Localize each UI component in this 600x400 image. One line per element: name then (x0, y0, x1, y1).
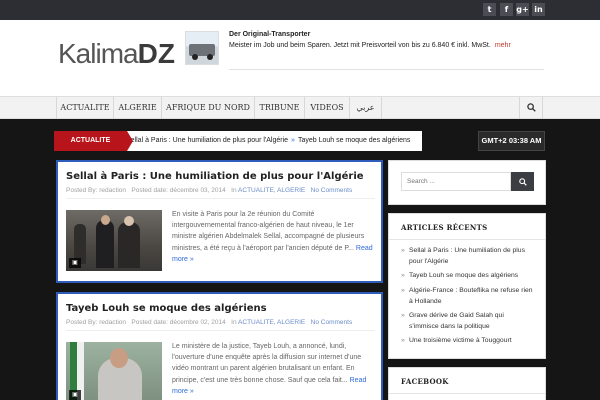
ticker-item[interactable]: Tayeb Louh se moque des algériens (298, 137, 410, 144)
post-excerpt: Le ministère de la justice, Tayeb Louh, … (172, 343, 367, 395)
ad-text: Meister im Job und beim Sparen. Jetzt mi… (229, 42, 511, 49)
post-categories[interactable]: ACTUALITE, ALGERIE (238, 319, 305, 326)
wheel-shape (192, 54, 198, 60)
nav-item-actualite[interactable]: ACTUALITE (56, 97, 114, 119)
ad-divider (229, 69, 544, 70)
main-nav: ACTUALITE ALGERIE AFRIQUE DU NORD TRIBUN… (0, 96, 600, 119)
recent-article-link[interactable]: » Une troisième victime à Touggourt (401, 336, 535, 347)
bullet-icon: » (401, 312, 405, 319)
recent-article-link[interactable]: » Sellal à Paris : Une humiliation de plu… (401, 246, 535, 267)
camera-icon: ▣ (69, 258, 81, 268)
face-shape (101, 215, 110, 225)
post-excerpt: En visite à Paris pour la 2e réunion du … (172, 211, 373, 263)
ad-image[interactable] (185, 31, 219, 65)
face-shape (124, 216, 134, 226)
post-divider (66, 330, 375, 331)
widget-divider (389, 239, 545, 240)
sidebar-search-button[interactable] (511, 172, 534, 191)
news-ticker: Sellal à Paris : Une humiliation de plus… (54, 131, 422, 151)
top-bar: t f g+ in (0, 0, 600, 20)
ticker-arrow (127, 131, 133, 151)
figure-shape (96, 220, 114, 268)
recent-article-link[interactable]: » Grave dérive de Gaid Salah qui s'immisc… (401, 311, 535, 332)
post-comments[interactable]: No Comments (311, 187, 353, 194)
post-comments[interactable]: No Comments (311, 319, 353, 326)
clock-badge: GMT+2 03:38 AM (478, 131, 545, 151)
figure-shape (118, 222, 140, 268)
ticker-separator: » (291, 137, 295, 144)
ticker-text: Sellal à Paris : Une humiliation de plus… (126, 131, 410, 151)
post-thumbnail[interactable]: ▣ (66, 342, 162, 400)
bullet-icon: » (401, 287, 405, 294)
logo-light-text: Kalima (58, 38, 139, 69)
facebook-widget: FACEBOOK (388, 367, 546, 400)
nav-item-algerie[interactable]: ALGERIE (114, 97, 162, 119)
bullet-icon: » (401, 247, 405, 254)
facebook-icon[interactable]: f (500, 3, 513, 16)
post-date: décembre 02, 2014 (169, 319, 226, 326)
post-divider (66, 198, 375, 199)
camera-icon: ▣ (69, 390, 81, 400)
recent-article-link[interactable]: » Tayeb Louh se moque des algériens (401, 271, 535, 282)
post-title[interactable]: Tayeb Louh se moque des algériens (66, 303, 267, 314)
search-icon (526, 103, 536, 112)
ticker-item[interactable]: Sellal à Paris : Une humiliation de plus… (126, 137, 288, 144)
bullet-icon: » (401, 272, 405, 279)
post-categories[interactable]: ACTUALITE, ALGERIE (238, 187, 305, 194)
sidebar-search-widget (388, 160, 546, 205)
nav-item-arabic[interactable]: عربي (350, 97, 382, 119)
post-thumbnail[interactable]: ▣ (66, 210, 162, 271)
sidebar-search-input[interactable] (401, 172, 511, 191)
post-card: Tayeb Louh se moque des algériens Posted… (56, 292, 383, 400)
google-plus-icon[interactable]: g+ (516, 3, 529, 16)
nav-item-tribune[interactable]: TRIBUNE (255, 97, 305, 119)
recent-articles-widget: ARTICLES RÉCENTS » Sellal à Paris : Une h… (388, 213, 546, 359)
bullet-icon: » (401, 337, 405, 344)
logo-bold-text: DZ (137, 38, 175, 69)
post-author[interactable]: redaction (99, 319, 126, 326)
recent-article-link[interactable]: » Algérie-France : Bouteflika ne refuse r… (401, 286, 535, 307)
site-header: KalimaDZ Der Original-Transporter Meiste… (0, 20, 600, 96)
linkedin-icon[interactable]: in (532, 3, 545, 16)
nav-search-button[interactable] (519, 97, 543, 119)
face-shape (110, 348, 128, 368)
widget-divider (389, 393, 545, 394)
post-date: décembre 03, 2014 (169, 187, 226, 194)
post-card: Sellal à Paris : Une humiliation de plus… (56, 160, 383, 283)
site-logo[interactable]: KalimaDZ (58, 38, 175, 70)
search-icon (518, 177, 527, 186)
post-meta: Posted By: redaction Posted date: décemb… (66, 319, 353, 326)
nav-item-afrique-du-nord[interactable]: AFRIQUE DU NORD (162, 97, 255, 119)
twitter-icon[interactable]: t (483, 3, 496, 16)
nav-item-videos[interactable]: VIDEOS (305, 97, 350, 119)
ticker-label: ACTUALITE (54, 131, 127, 151)
post-title[interactable]: Sellal à Paris : Une humiliation de plus… (66, 171, 364, 182)
widget-title: FACEBOOK (401, 377, 449, 386)
ad-text-body: Meister im Job und beim Sparen. Jetzt mi… (229, 42, 491, 49)
ad-more-link[interactable]: mehr (495, 42, 511, 49)
post-author[interactable]: redaction (99, 187, 126, 194)
post-meta: Posted By: redaction Posted date: décemb… (66, 187, 353, 194)
widget-title: ARTICLES RÉCENTS (401, 223, 488, 232)
ad-title[interactable]: Der Original-Transporter (229, 31, 310, 38)
wheel-shape (207, 54, 213, 60)
